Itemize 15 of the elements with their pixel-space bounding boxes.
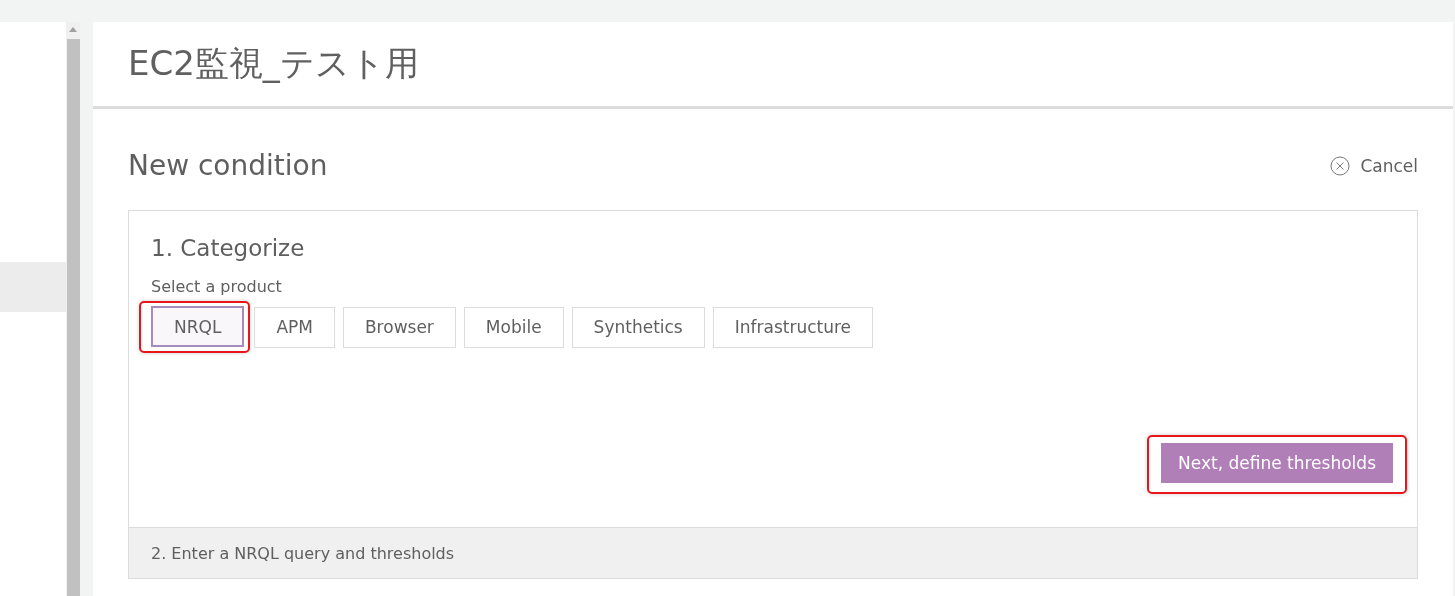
step-title: 1. Categorize	[151, 235, 306, 261]
product-option[interactable]: Browser	[342, 306, 456, 348]
cancel-button[interactable]: Cancel	[1330, 155, 1418, 176]
close-icon	[1330, 155, 1351, 176]
page-title: EC2監視_テスト用	[128, 42, 419, 85]
product-option[interactable]: Synthetics	[571, 306, 705, 348]
sidebar-item[interactable]	[0, 262, 66, 312]
product-option[interactable]: Mobile	[463, 306, 564, 348]
field-label: Select a product	[151, 277, 283, 296]
product-option[interactable]: NRQL	[151, 306, 245, 347]
form-title: New condition	[128, 149, 328, 182]
step-header[interactable]: 2. Enter a NRQL query and thresholds	[129, 527, 1417, 578]
product-option[interactable]: Infrastructure	[712, 306, 874, 348]
scroll-up-icon[interactable]	[69, 27, 77, 32]
product-option[interactable]: APM	[254, 306, 335, 348]
